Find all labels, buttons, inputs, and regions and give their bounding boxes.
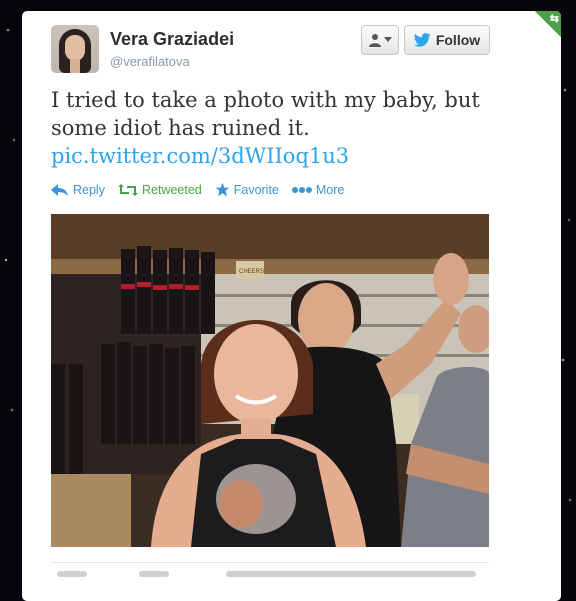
avatar-neck <box>70 59 80 73</box>
user-actions-button[interactable] <box>361 25 399 55</box>
person-icon <box>369 34 381 47</box>
retweeted-label: Retweeted <box>141 182 202 197</box>
stats-avatars-placeholder <box>226 571 476 577</box>
retweet-corner-icon: ⇆ <box>549 13 559 25</box>
tweet-photo[interactable]: CHEERS <box>51 214 489 547</box>
favorite-action[interactable]: Favorite <box>215 182 279 197</box>
store-sign: CHEERS <box>239 269 264 275</box>
reply-icon <box>51 183 68 196</box>
author-name[interactable]: Vera Graziadei <box>110 29 234 50</box>
tweet-text: I tried to take a photo with my baby, bu… <box>51 88 480 140</box>
more-label: More <box>315 182 345 197</box>
tweet-photo-link[interactable]: pic.twitter.com/3dWIIoq1u3 <box>51 144 349 168</box>
tweet-stats-row <box>51 562 489 583</box>
retweet-icon <box>117 183 138 196</box>
follow-button[interactable]: Follow <box>404 25 490 55</box>
avatar[interactable] <box>51 25 99 73</box>
photo-scene: CHEERS <box>51 214 489 547</box>
avatar-face <box>65 35 85 61</box>
stats-placeholder-2 <box>139 571 169 577</box>
star-icon <box>215 182 230 197</box>
tweet-actions: Reply Retweeted Favorite More <box>51 182 344 197</box>
reply-label: Reply <box>73 182 105 197</box>
author-handle[interactable]: @verafilatova <box>110 54 190 69</box>
retweeted-action[interactable]: Retweeted <box>117 182 202 197</box>
retweeted-corner-badge: ⇆ <box>535 11 561 37</box>
caret-down-icon <box>384 37 392 42</box>
more-action[interactable]: More <box>291 182 345 197</box>
stats-placeholder-1 <box>57 571 87 577</box>
reply-action[interactable]: Reply <box>51 183 105 197</box>
more-dots-icon <box>291 186 312 193</box>
favorite-label: Favorite <box>233 182 279 197</box>
twitter-bird-icon <box>413 33 431 47</box>
follow-label: Follow <box>435 32 481 48</box>
